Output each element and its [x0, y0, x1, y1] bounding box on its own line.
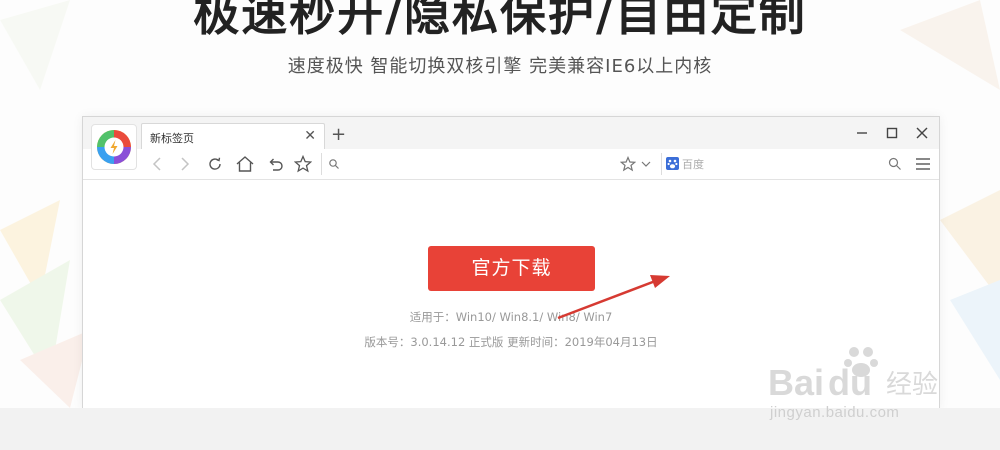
title-bar: 新标签页 ✕ +	[83, 117, 939, 150]
browser-logo-icon	[97, 130, 131, 164]
search-input[interactable]: 百度	[661, 153, 908, 175]
minimize-icon[interactable]	[853, 124, 871, 142]
baidu-paw-icon	[666, 157, 679, 170]
forward-icon[interactable]	[175, 154, 195, 174]
official-download-button[interactable]: 官方下载	[428, 246, 595, 291]
bookmark-star-icon[interactable]	[620, 156, 636, 172]
chevron-down-icon[interactable]	[640, 158, 652, 170]
hero-title: 极速秒开/隐私保护/自由定制	[193, 0, 807, 41]
refresh-icon[interactable]	[205, 154, 225, 174]
home-icon[interactable]	[235, 154, 255, 174]
maximize-icon[interactable]	[883, 124, 901, 142]
hero-subtitle: 速度极快 智能切换双核引擎 完美兼容IE6以上内核	[287, 56, 713, 77]
search-placeholder: 百度	[682, 158, 704, 171]
watermark-logo-text: Bai	[768, 362, 824, 403]
menu-icon[interactable]	[915, 157, 931, 171]
address-bar[interactable]	[321, 153, 658, 175]
toolbar: 百度	[83, 149, 939, 180]
browser-logo	[91, 124, 137, 170]
undo-icon[interactable]	[265, 154, 285, 174]
watermark-url: jingyan.baidu.com	[770, 404, 900, 421]
close-icon[interactable]	[913, 124, 931, 142]
new-tab-icon[interactable]: +	[331, 126, 346, 144]
tab-close-icon[interactable]: ✕	[304, 128, 316, 144]
svg-text:du: du	[828, 362, 872, 403]
search-icon	[329, 159, 339, 169]
favorite-icon[interactable]	[293, 154, 313, 174]
tab-title: 新标签页	[150, 132, 194, 145]
back-icon[interactable]	[147, 154, 167, 174]
tab-new-tab[interactable]: 新标签页 ✕	[141, 123, 325, 150]
svg-text:经验: 经验	[886, 370, 938, 400]
compatibility-text: 适用于：Win10/ Win8.1/ Win8/ Win7	[409, 310, 613, 324]
search-submit-icon[interactable]	[888, 157, 902, 171]
